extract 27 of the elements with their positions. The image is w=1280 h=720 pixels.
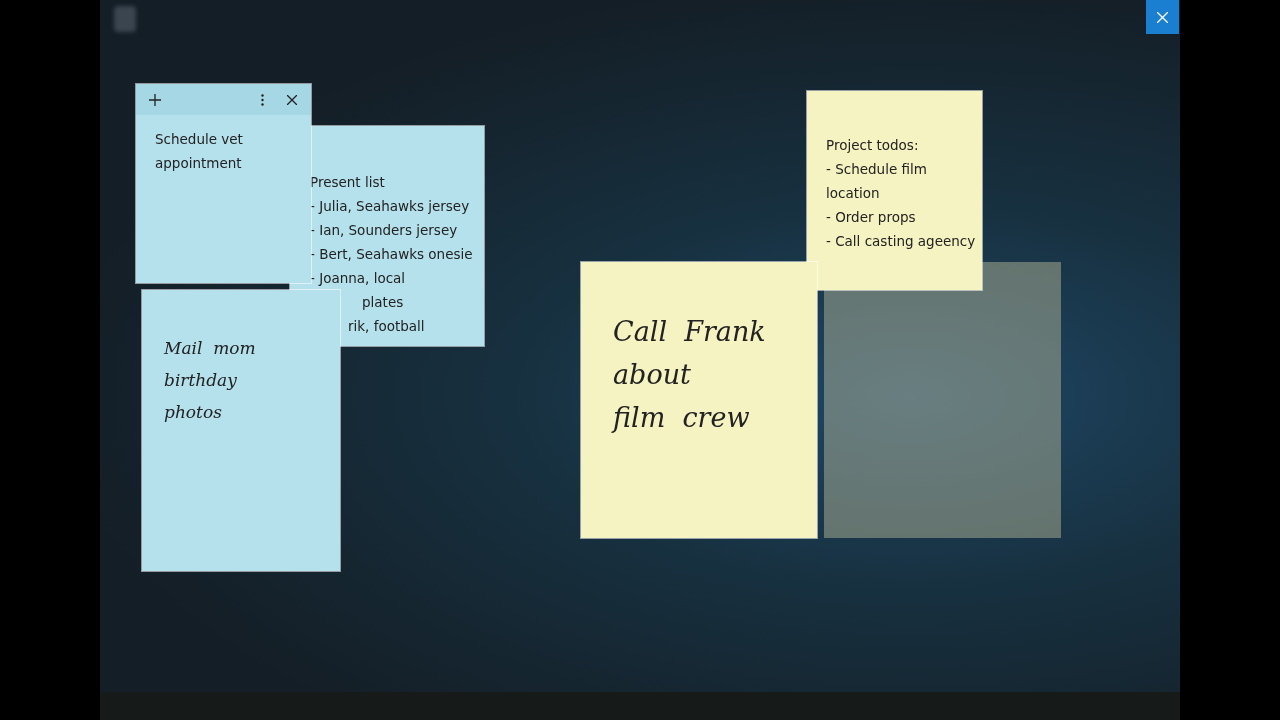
note-text: - Joanna, local [310, 269, 407, 288]
handwritten-text: birthday [164, 369, 238, 392]
note-text: plates [362, 293, 405, 312]
close-button[interactable] [1146, 0, 1179, 34]
note-text: appointment [155, 154, 243, 173]
note-text: location [826, 184, 881, 203]
sticky-note[interactable]: Mail mom birthday photos [142, 290, 340, 571]
handwritten-text: Mail mom [164, 337, 257, 360]
handwritten-text: photos [164, 401, 223, 424]
note-text: - Julia, Seahawks jersey [310, 197, 471, 216]
handwritten-text: Call Frank [613, 315, 767, 349]
note-text: - Ian, Sounders jersey [310, 221, 459, 240]
note-text: - Call casting ageency [826, 232, 977, 251]
handwritten-text: film crew [613, 401, 751, 435]
desktop-icon [114, 6, 136, 32]
note-text: Project todos: [826, 136, 920, 155]
sticky-note[interactable]: Schedule vet appointment [136, 84, 311, 283]
handwritten-text: about [613, 358, 692, 392]
note-text: - Order props [826, 208, 917, 227]
sticky-note[interactable]: Call Frank about film crew [581, 262, 817, 538]
note-text: - Bert, Seahawks onesie [310, 245, 474, 264]
sticky-note[interactable]: Project todos: - Schedule film location - Order props - Call casting ageency [807, 91, 982, 290]
note-text: rik, football [348, 317, 426, 336]
note-text: - Schedule film [826, 160, 928, 179]
close-icon [1157, 11, 1168, 23]
note-text: Present list [310, 173, 386, 192]
note-text: Schedule vet [155, 130, 244, 149]
